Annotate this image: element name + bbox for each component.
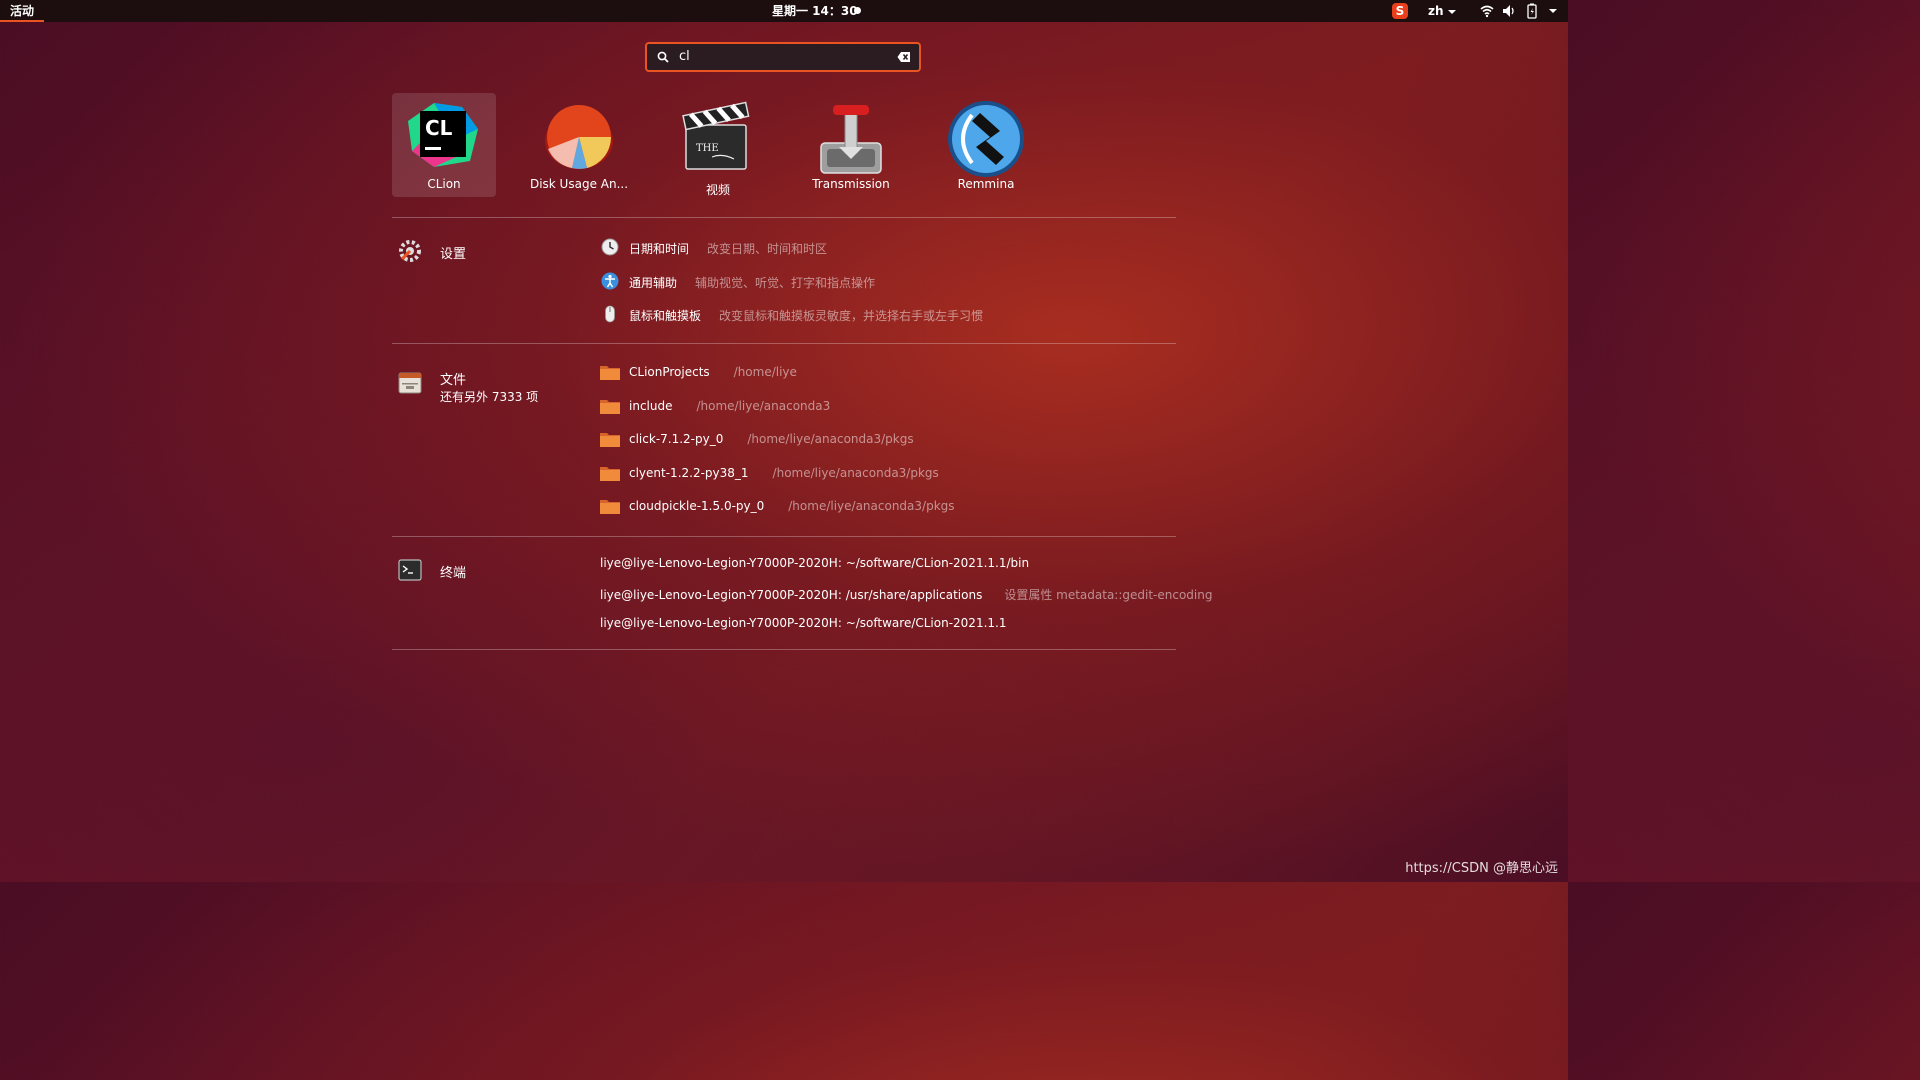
result-path: /home/liye/anaconda3/pkgs — [788, 499, 955, 513]
battery-icon[interactable] — [1526, 3, 1538, 19]
divider — [392, 649, 1176, 650]
volume-icon[interactable] — [1502, 4, 1516, 18]
settings-result-mouse[interactable]: 鼠标和触摸板 改变鼠标和触摸板灵敏度，并选择右手或左手习惯 — [629, 307, 983, 324]
result-label: click-7.1.2-py_0 — [629, 432, 724, 446]
folder-icon — [600, 500, 620, 514]
terminal-icon[interactable] — [398, 558, 422, 582]
result-description: 设置属性 metadata::gedit-encoding — [1004, 588, 1213, 602]
clion-icon: CL — [408, 103, 478, 167]
result-label: clyent-1.2.2-py38_1 — [629, 466, 749, 480]
svg-text:CL: CL — [425, 116, 453, 140]
divider — [392, 343, 1176, 344]
result-path: /home/liye/anaconda3/pkgs — [747, 432, 914, 446]
result-path: /home/liye — [733, 365, 797, 379]
result-path: /home/liye/anaconda3/pkgs — [772, 466, 939, 480]
settings-result-date-time[interactable]: 日期和时间 改变日期、时间和时区 — [629, 240, 827, 257]
watermark: https://CSDN @静思心远 — [1405, 861, 1558, 876]
divider — [392, 536, 1176, 537]
search-icon — [657, 51, 669, 63]
result-label: liye@liye-Lenovo-Legion-Y7000P-2020H: ~/… — [600, 616, 1007, 630]
activities-button[interactable]: 活动 — [0, 0, 45, 22]
top-bar: 活动 星期一 14：30 S zh — [0, 0, 1568, 22]
chevron-down-icon — [1447, 9, 1456, 14]
terminal-result[interactable]: liye@liye-Lenovo-Legion-Y7000P-2020H: ~/… — [600, 556, 1029, 570]
language-label: zh — [1428, 4, 1444, 18]
clear-search-icon[interactable] — [897, 51, 911, 63]
divider — [392, 217, 1176, 218]
input-method-icon[interactable]: S — [1392, 3, 1408, 19]
result-label: 鼠标和触摸板 — [629, 309, 702, 323]
result-label: include — [629, 399, 673, 413]
transmission-icon — [820, 105, 882, 174]
result-label: 通用辅助 — [629, 276, 678, 290]
notification-dot — [854, 7, 861, 14]
settings-icon[interactable] — [398, 239, 422, 263]
file-result[interactable]: include/home/liye/anaconda3 — [629, 399, 830, 413]
clock[interactable]: 星期一 14：30 — [772, 0, 858, 22]
folder-icon — [600, 366, 620, 380]
result-label: liye@liye-Lenovo-Legion-Y7000P-2020H: ~/… — [600, 556, 1030, 570]
app-label: 视频 — [705, 183, 730, 197]
result-description: 改变鼠标和触摸板灵敏度，并选择右手或左手习惯 — [719, 309, 984, 323]
terminal-provider-title: 终端 — [440, 566, 467, 581]
system-menu-chevron-icon[interactable] — [1549, 9, 1557, 13]
disk-usage-icon — [545, 105, 613, 169]
app-clion[interactable]: CL CLion — [392, 93, 496, 197]
result-path: /home/liye/anaconda3 — [696, 399, 831, 413]
files-more-count[interactable]: 还有另外 7333 项 — [440, 388, 538, 405]
app-remmina[interactable]: Remmina — [934, 93, 1038, 197]
folder-icon — [600, 467, 620, 481]
clock-icon — [601, 238, 619, 256]
file-result[interactable]: cloudpickle-1.5.0-py_0/home/liye/anacond… — [629, 499, 955, 513]
app-label: Disk Usage An... — [529, 177, 629, 191]
file-result[interactable]: CLionProjects/home/liye — [629, 365, 797, 379]
svg-text:THE: THE — [696, 143, 719, 154]
settings-result-accessibility[interactable]: 通用辅助 辅助视觉、听觉、打字和指点操作 — [629, 274, 875, 291]
file-result[interactable]: clyent-1.2.2-py38_1/home/liye/anaconda3/… — [629, 466, 939, 480]
folder-icon — [600, 433, 620, 447]
video-icon: THE — [682, 101, 750, 170]
app-transmission[interactable]: Transmission — [799, 93, 903, 197]
app-label: Remmina — [957, 177, 1015, 191]
result-label: CLionProjects — [629, 365, 710, 379]
app-label: CLion — [427, 177, 461, 191]
files-icon[interactable] — [398, 371, 422, 395]
terminal-result[interactable]: liye@liye-Lenovo-Legion-Y7000P-2020H: /u… — [600, 586, 1212, 603]
app-disk-usage[interactable]: Disk Usage An... — [527, 93, 631, 197]
result-label: liye@liye-Lenovo-Legion-Y7000P-2020H: /u… — [600, 588, 983, 602]
folder-icon — [600, 400, 620, 414]
search-input[interactable]: cl — [679, 49, 690, 64]
result-label: cloudpickle-1.5.0-py_0 — [629, 499, 765, 513]
result-description: 改变日期、时间和时区 — [707, 242, 828, 256]
remmina-icon — [948, 101, 1024, 177]
language-menu[interactable]: zh — [1428, 0, 1456, 22]
result-label: 日期和时间 — [629, 242, 690, 256]
app-label: Transmission — [812, 177, 890, 191]
result-description: 辅助视觉、听觉、打字和指点操作 — [695, 276, 876, 290]
wifi-icon[interactable] — [1480, 4, 1494, 18]
accessibility-icon — [601, 272, 619, 290]
app-video[interactable]: THE 视频 — [666, 93, 770, 197]
mouse-icon — [605, 305, 615, 323]
terminal-result[interactable]: liye@liye-Lenovo-Legion-Y7000P-2020H: ~/… — [600, 616, 1006, 630]
settings-provider-title: 设置 — [440, 247, 467, 262]
files-provider-title: 文件 — [440, 373, 467, 388]
search-box[interactable]: cl — [645, 42, 921, 72]
file-result[interactable]: click-7.1.2-py_0/home/liye/anaconda3/pkg… — [629, 432, 914, 446]
